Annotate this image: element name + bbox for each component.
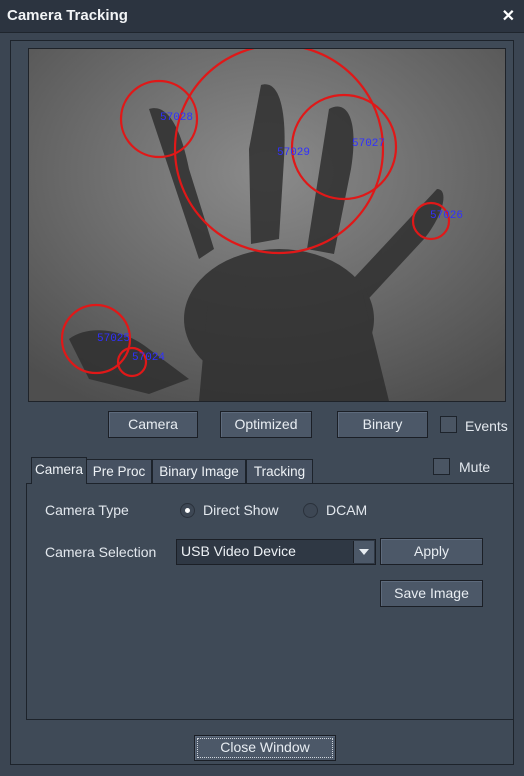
direct-show-radio[interactable]	[180, 503, 195, 518]
camera-selection-value: USB Video Device	[181, 543, 296, 559]
binary-view-button[interactable]: Binary	[337, 411, 428, 438]
events-checkbox[interactable]	[440, 416, 457, 433]
close-window-button[interactable]: Close Window	[194, 735, 336, 761]
events-label: Events	[465, 418, 508, 434]
close-icon[interactable]: ✕	[502, 6, 515, 26]
window-title: Camera Tracking	[7, 7, 128, 24]
chevron-down-icon[interactable]	[353, 541, 374, 563]
title-bar: Camera Tracking ✕	[0, 0, 524, 33]
mute-label: Mute	[459, 459, 491, 475]
blob-label: 57024	[132, 352, 165, 364]
camera-selection-label: Camera Selection	[45, 544, 157, 560]
blob-label: 57027	[352, 138, 385, 150]
tab-pre-proc[interactable]: Pre Proc	[86, 459, 152, 484]
tab-binary-image[interactable]: Binary Image	[152, 459, 246, 484]
dcam-radio[interactable]	[303, 503, 318, 518]
save-image-button[interactable]: Save Image	[380, 580, 483, 607]
camera-feed-image: 57028 57029 57027 57026 57025 57024	[29, 49, 505, 401]
tab-camera[interactable]: Camera	[31, 457, 87, 484]
camera-video-view[interactable]: 57028 57029 57027 57026 57025 57024	[28, 48, 506, 402]
mute-checkbox[interactable]	[433, 458, 450, 475]
blob-label: 57028	[160, 112, 193, 124]
dcam-label: DCAM	[326, 502, 368, 518]
apply-button[interactable]: Apply	[380, 538, 483, 565]
blob-label: 57025	[97, 333, 130, 345]
blob-label: 57029	[277, 147, 310, 159]
direct-show-label: Direct Show	[203, 502, 279, 518]
optimized-view-button[interactable]: Optimized	[220, 411, 312, 438]
tab-tracking[interactable]: Tracking	[246, 459, 313, 484]
blob-label: 57026	[430, 210, 463, 222]
camera-selection-dropdown[interactable]: USB Video Device	[176, 539, 376, 565]
camera-type-label: Camera Type	[45, 502, 129, 518]
camera-view-button[interactable]: Camera	[108, 411, 198, 438]
